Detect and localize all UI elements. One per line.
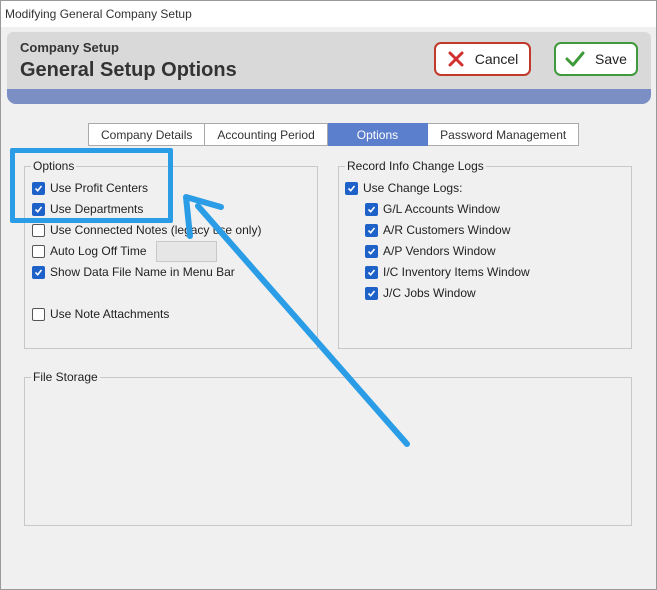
- use-profit-centers-checkbox[interactable]: Use Profit Centers: [32, 181, 148, 195]
- checkmark-icon: [565, 50, 585, 68]
- checkbox-unchecked-icon[interactable]: [32, 244, 45, 258]
- checkbox-checked-icon[interactable]: [32, 202, 45, 216]
- checkbox-label: J/C Jobs Window: [383, 286, 476, 300]
- tab-options[interactable]: Options: [327, 123, 429, 146]
- window-titlebar: Modifying General Company Setup: [1, 1, 656, 27]
- checkbox-label: A/P Vendors Window: [383, 244, 496, 258]
- checkbox-checked-icon[interactable]: [365, 223, 378, 237]
- cancel-button-label: Cancel: [474, 51, 519, 67]
- window-title: Modifying General Company Setup: [5, 7, 192, 21]
- save-button[interactable]: Save: [554, 42, 638, 76]
- checkbox-checked-icon[interactable]: [365, 244, 378, 258]
- file-storage-group: File Storage: [24, 370, 632, 526]
- tab-bar: Company Details Accounting Period Option…: [88, 123, 580, 146]
- ic-inventory-items-window-checkbox[interactable]: I/C Inventory Items Window: [365, 265, 530, 279]
- checkbox-label: Use Connected Notes (legacy use only): [50, 223, 262, 237]
- jc-jobs-window-checkbox[interactable]: J/C Jobs Window: [365, 286, 476, 300]
- ar-customers-window-checkbox[interactable]: A/R Customers Window: [365, 223, 510, 237]
- checkbox-checked-icon[interactable]: [32, 181, 45, 195]
- checkbox-label: Use Note Attachments: [50, 307, 170, 321]
- setup-window: Modifying General Company Setup Company …: [0, 0, 657, 590]
- use-change-logs-checkbox[interactable]: Use Change Logs:: [345, 181, 462, 195]
- checkbox-checked-icon[interactable]: [365, 202, 378, 216]
- use-departments-checkbox[interactable]: Use Departments: [32, 202, 143, 216]
- record-logs-group-label: Record Info Change Logs: [345, 159, 486, 173]
- options-group-label: Options: [31, 159, 77, 173]
- checkbox-label: A/R Customers Window: [383, 223, 511, 237]
- checkbox-label: Auto Log Off Time: [50, 244, 147, 258]
- use-note-attachments-checkbox[interactable]: Use Note Attachments: [32, 307, 169, 321]
- use-connected-notes-checkbox[interactable]: Use Connected Notes (legacy use only): [32, 223, 261, 237]
- save-button-label: Save: [595, 51, 627, 67]
- checkbox-label: Use Profit Centers: [50, 181, 149, 195]
- checkbox-label: G/L Accounts Window: [383, 202, 500, 216]
- checkbox-label: I/C Inventory Items Window: [383, 265, 530, 279]
- x-icon: [447, 50, 465, 68]
- ap-vendors-window-checkbox[interactable]: A/P Vendors Window: [365, 244, 496, 258]
- header-subtitle: Company Setup: [20, 40, 119, 55]
- checkbox-unchecked-icon[interactable]: [32, 307, 45, 321]
- file-storage-group-label: File Storage: [31, 370, 100, 384]
- cancel-button[interactable]: Cancel: [434, 42, 531, 76]
- tab-company-details[interactable]: Company Details: [88, 123, 206, 146]
- checkbox-unchecked-icon[interactable]: [32, 223, 45, 237]
- header-panel: Company Setup General Setup Options Canc…: [7, 32, 651, 94]
- page-title: General Setup Options: [20, 59, 237, 81]
- header-accent-strip: [7, 89, 651, 104]
- auto-log-off-time-input[interactable]: [156, 241, 217, 262]
- checkbox-checked-icon[interactable]: [345, 181, 358, 195]
- gl-accounts-window-checkbox[interactable]: G/L Accounts Window: [365, 202, 500, 216]
- auto-log-off-checkbox[interactable]: Auto Log Off Time: [32, 244, 147, 258]
- tab-password-management[interactable]: Password Management: [428, 123, 580, 146]
- checkbox-label: Use Change Logs:: [363, 181, 463, 195]
- checkbox-checked-icon[interactable]: [365, 265, 378, 279]
- show-data-file-name-checkbox[interactable]: Show Data File Name in Menu Bar: [32, 265, 235, 279]
- tab-accounting-period[interactable]: Accounting Period: [205, 123, 328, 146]
- checkbox-label: Show Data File Name in Menu Bar: [50, 265, 235, 279]
- checkbox-checked-icon[interactable]: [32, 265, 45, 279]
- checkbox-checked-icon[interactable]: [365, 286, 378, 300]
- checkbox-label: Use Departments: [50, 202, 144, 216]
